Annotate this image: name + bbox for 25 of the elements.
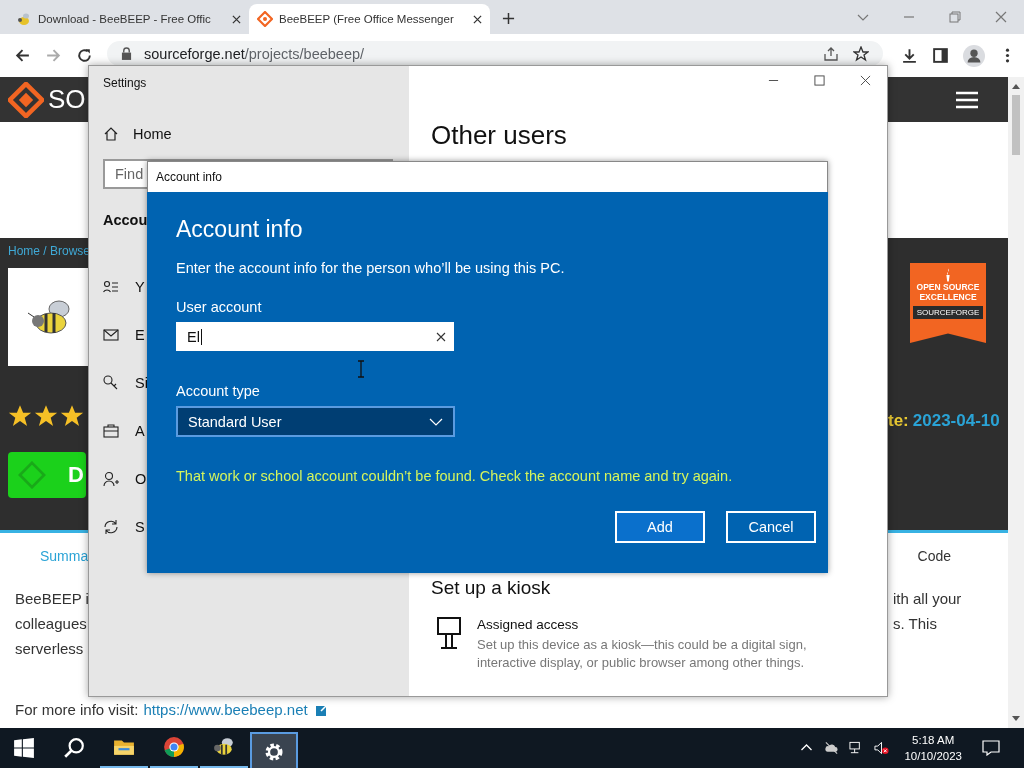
badge-ribbon-text: SOURCEFORGE [912,306,984,319]
instruction-text: Enter the account info for the person who’ll be using this PC. [176,260,565,276]
description-text: ith all your [893,589,963,609]
description-text: colleagues [15,614,88,634]
badge-text: EXCELLENCE [919,292,977,302]
description-text: serverless [15,639,85,659]
item-description: Set up this device as a kiosk—this could be a digital sign, interactive display, or public browser among other things. [477,636,808,672]
tab-title: BeeBEEP (Free Office Messenger [279,13,455,25]
tab-title: Download - BeeBEEP - Free Offic [38,13,212,25]
date-value: 2023-04-10 [912,411,1000,431]
description-text: s. This [893,614,938,634]
item-title: Assigned access [477,617,580,632]
date-label: te: [888,411,909,431]
description-text: BeeBEEP i [15,589,89,609]
error-message: That work or school account couldn’t be found. Check the account name and try again. [176,468,733,484]
url-text: sourceforge.net/projects/beebeep/ [144,45,365,62]
more-info-label: For more info visit: [15,701,139,718]
field-label: Account type [176,383,260,399]
dialog-title: Account info [156,170,223,184]
badge-text: OPEN SOURCE [916,282,980,292]
section-heading: Set up a kiosk [431,577,552,599]
window-title: Settings [103,76,148,90]
page-heading: Other users [431,120,568,151]
field-label: User account [176,299,262,315]
dialog-heading: Account info [176,216,303,243]
